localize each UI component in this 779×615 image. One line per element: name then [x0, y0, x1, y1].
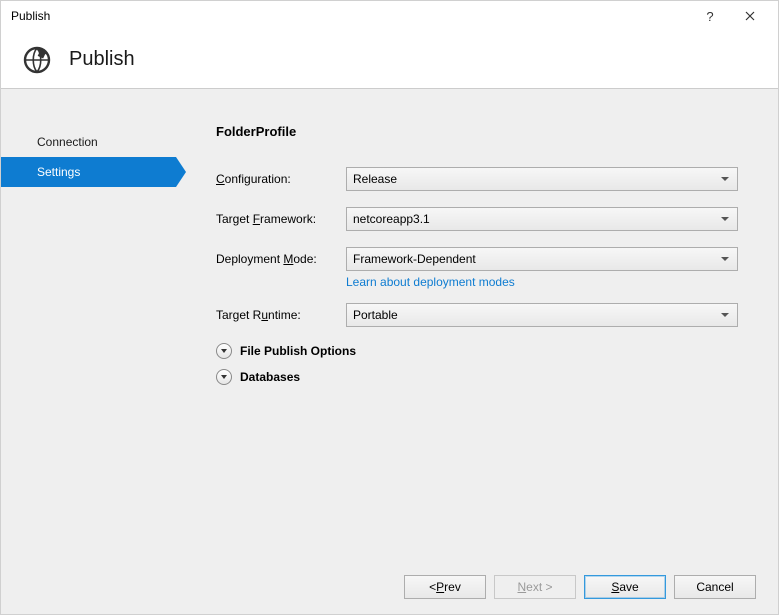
- link-learn-deployment-modes[interactable]: Learn about deployment modes: [346, 275, 515, 289]
- sidebar-item-settings[interactable]: Settings: [1, 157, 176, 187]
- banner-title: Publish: [69, 48, 135, 71]
- profile-name: FolderProfile: [216, 124, 738, 139]
- globe-icon: [23, 46, 51, 74]
- row-target-runtime: Target Runtime: Portable: [216, 303, 738, 327]
- footer: < Prev Next > Save Cancel: [1, 560, 778, 614]
- chevron-down-icon: [216, 343, 232, 359]
- sidebar-item-label: Settings: [37, 165, 80, 179]
- select-configuration[interactable]: Release: [346, 167, 738, 191]
- select-value: Release: [353, 172, 397, 186]
- window-title: Publish: [11, 9, 690, 23]
- prev-button[interactable]: < Prev: [404, 575, 486, 599]
- sidebar-item-label: Connection: [37, 135, 98, 149]
- cancel-button[interactable]: Cancel: [674, 575, 756, 599]
- row-deployment-mode-link: Learn about deployment modes: [346, 275, 738, 289]
- row-target-framework: Target Framework: netcoreapp3.1: [216, 207, 738, 231]
- select-deployment-mode[interactable]: Framework-Dependent: [346, 247, 738, 271]
- row-deployment-mode: Deployment Mode: Framework-Dependent: [216, 247, 738, 271]
- select-value: Portable: [353, 308, 398, 322]
- dialog-body: Connection Settings FolderProfile Config…: [1, 89, 778, 560]
- close-button[interactable]: [730, 1, 770, 31]
- expander-file-publish-options[interactable]: File Publish Options: [216, 343, 738, 359]
- label-target-runtime: Target Runtime:: [216, 308, 346, 322]
- next-button: Next >: [494, 575, 576, 599]
- select-value: Framework-Dependent: [353, 252, 476, 266]
- save-button[interactable]: Save: [584, 575, 666, 599]
- titlebar: Publish ?: [1, 1, 778, 31]
- select-target-framework[interactable]: netcoreapp3.1: [346, 207, 738, 231]
- expander-label: File Publish Options: [240, 344, 356, 358]
- expander-label: Databases: [240, 370, 300, 384]
- select-target-runtime[interactable]: Portable: [346, 303, 738, 327]
- banner: Publish: [1, 31, 778, 89]
- sidebar-item-connection[interactable]: Connection: [1, 127, 176, 157]
- help-button[interactable]: ?: [690, 1, 730, 31]
- close-icon: [745, 11, 755, 21]
- expander-databases[interactable]: Databases: [216, 369, 738, 385]
- sidebar: Connection Settings: [1, 89, 176, 560]
- label-configuration: Configuration:: [216, 172, 346, 186]
- main-panel: FolderProfile Configuration: Release Tar…: [176, 89, 778, 560]
- select-value: netcoreapp3.1: [353, 212, 430, 226]
- label-target-framework: Target Framework:: [216, 212, 346, 226]
- label-deployment-mode: Deployment Mode:: [216, 252, 346, 266]
- chevron-down-icon: [216, 369, 232, 385]
- row-configuration: Configuration: Release: [216, 167, 738, 191]
